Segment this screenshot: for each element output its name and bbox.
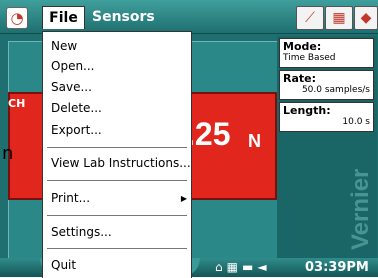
sensors-menu-button[interactable]: Sensors (92, 6, 155, 28)
menu-item-view-lab-instructions[interactable]: View Lab Instructions... (51, 156, 191, 170)
rate-title: Rate: (283, 72, 317, 85)
length-value: 10.0 s (342, 117, 370, 127)
volume-icon[interactable]: ◄ (257, 260, 270, 274)
menu-item-quit[interactable]: Quit (51, 258, 76, 272)
menu-item-export[interactable]: Export... (51, 123, 102, 137)
gauge-icon[interactable]: ◔ (6, 7, 28, 29)
graph-view-icon[interactable]: ⟋ (296, 6, 324, 30)
menu-item-print[interactable]: Print... (51, 191, 183, 205)
clock: 03:39PM (305, 260, 369, 275)
submenu-arrow-icon: ▶ (180, 194, 187, 203)
meter-view-icon[interactable]: ◆ (354, 6, 378, 30)
menu-item-print-label: Print... (51, 191, 91, 205)
menu-item-new[interactable]: New (51, 39, 77, 53)
vernier-watermark: Vernier (347, 168, 374, 250)
length-title: Length: (283, 104, 331, 117)
menu-item-delete[interactable]: Delete... (51, 101, 102, 115)
screen: ◔ File Sensors ⟋ ▦ ◆ CH .25 N n Mode: Ti… (0, 0, 378, 278)
top-menu-bar: ◔ File Sensors ⟋ ▦ ◆ (0, 0, 378, 34)
status-icons: ⌂▦▬◄ (215, 260, 271, 274)
menu-separator (47, 215, 187, 216)
menu-separator (47, 248, 187, 249)
table-view-icon[interactable]: ▦ (325, 6, 353, 30)
meter-value: .25 (186, 116, 231, 152)
length-box[interactable]: Length: 10.0 s (279, 102, 374, 132)
menu-item-save[interactable]: Save... (51, 80, 92, 94)
menu-item-settings[interactable]: Settings... (51, 225, 112, 239)
menu-item-open[interactable]: Open... (51, 59, 95, 73)
menu-separator (47, 180, 187, 181)
mode-title: Mode: (283, 40, 322, 53)
file-menu-button[interactable]: File (42, 6, 85, 29)
mode-value: Time Based (283, 53, 336, 63)
battery-icon: ▬ (241, 260, 258, 274)
meter-side-text: n (2, 143, 14, 164)
home-icon[interactable]: ⌂ (215, 260, 227, 274)
channel-label: CH (8, 97, 26, 110)
file-dropdown-menu: New Open... Save... Delete... Export... … (42, 31, 192, 278)
meter-unit: N (248, 131, 261, 151)
menu-separator (47, 147, 187, 148)
keyboard-icon[interactable]: ▦ (227, 260, 242, 274)
rate-value: 50.0 samples/s (301, 85, 370, 95)
rate-box[interactable]: Rate: 50.0 samples/s (279, 70, 374, 100)
mode-box[interactable]: Mode: Time Based (279, 38, 374, 68)
